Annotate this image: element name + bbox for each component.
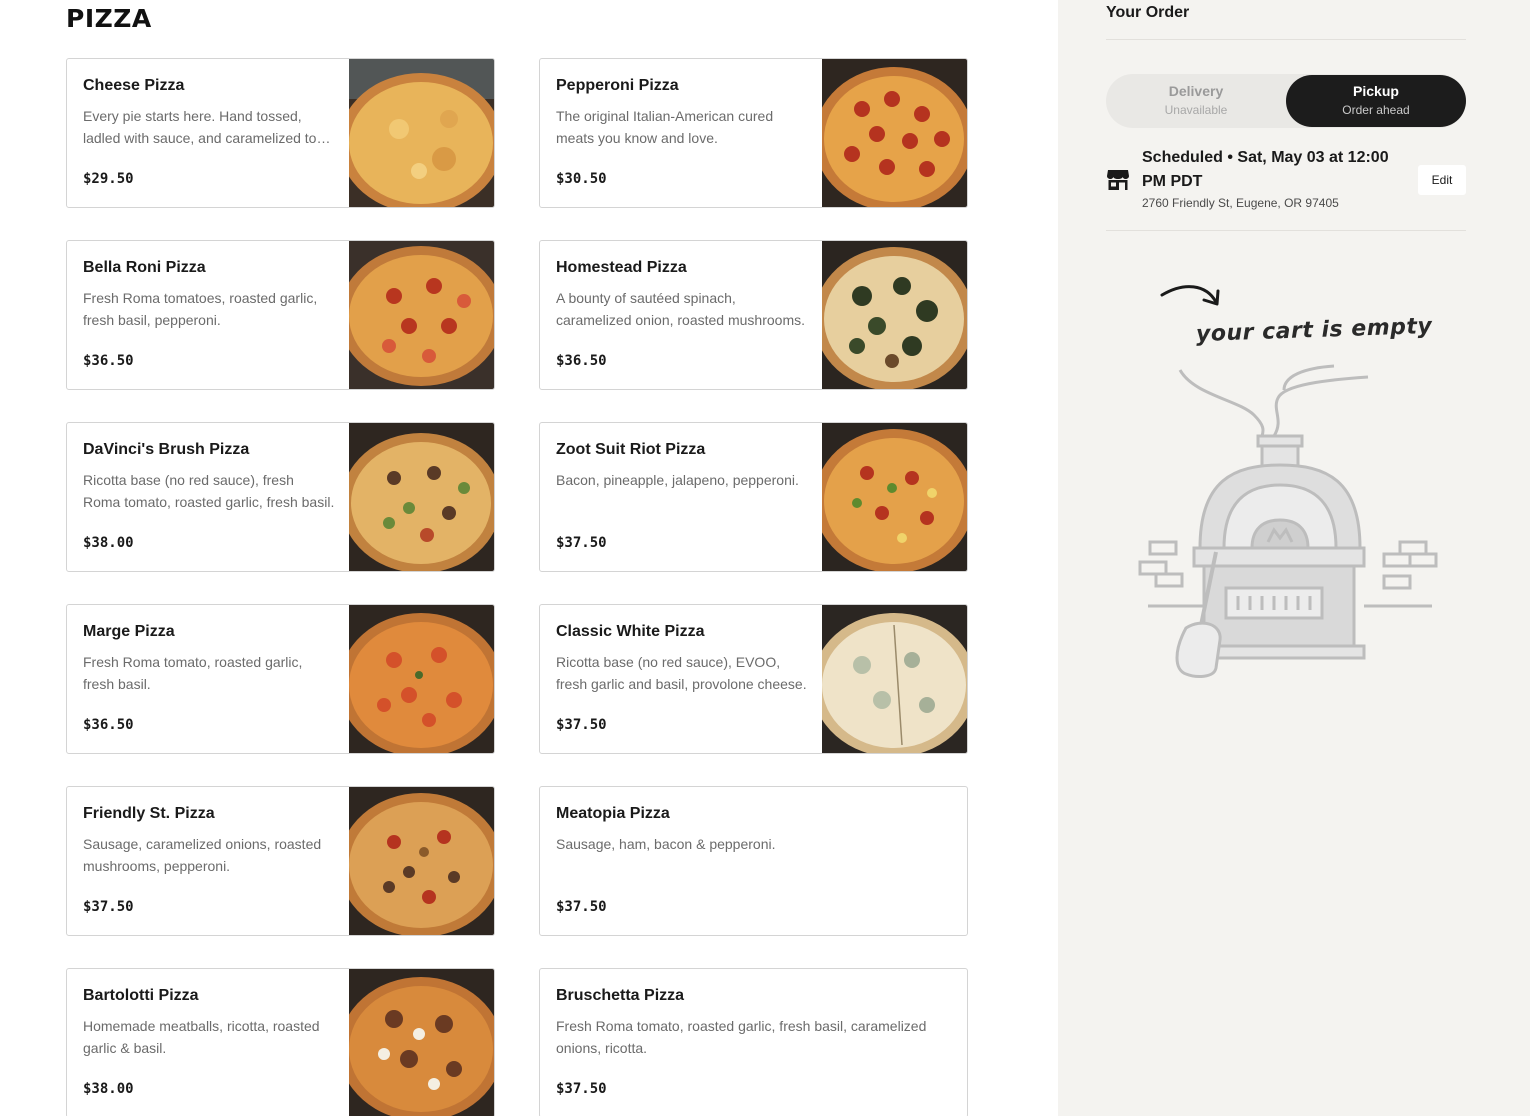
item-description: Sausage, ham, bacon & pepperoni. [556,836,776,852]
fulfillment-toggle: Delivery Unavailable Pickup Order ahead [1106,74,1466,128]
section-title: PIZZA [66,4,152,33]
item-name: Marge Pizza [83,623,175,640]
menu-item-meatopia-pizza[interactable]: Meatopia Pizza Sausage, ham, bacon & pep… [539,786,968,936]
item-name: DaVinci's Brush Pizza [83,441,250,458]
menu-item-bartolotti-pizza[interactable]: Bartolotti Pizza Homemade meatballs, ric… [66,968,495,1116]
item-price: $37.50 [556,899,607,915]
item-price: $37.50 [556,535,607,551]
menu-item-pepperoni-pizza[interactable]: Pepperoni Pizza The original Italian-Ame… [539,58,968,208]
item-price: $37.50 [83,899,134,915]
item-photo [349,787,494,935]
item-price: $30.50 [556,171,607,187]
divider [1106,39,1466,40]
delivery-option[interactable]: Delivery Unavailable [1106,75,1286,127]
item-price: $38.00 [83,535,134,551]
item-photo [822,605,967,753]
item-photo [822,241,967,389]
item-name: Classic White Pizza [556,623,705,640]
item-name: Pepperoni Pizza [556,77,679,94]
item-photo [349,423,494,571]
item-price: $38.00 [83,1081,134,1097]
item-price: $36.50 [83,717,134,733]
edit-schedule-button[interactable]: Edit [1418,165,1466,195]
menu-item-classic-white-pizza[interactable]: Classic White Pizza Ricotta base (no red… [539,604,968,754]
pickup-status: Order ahead [1342,103,1410,117]
curved-arrow-icon [1160,285,1220,306]
item-photo [349,241,494,389]
item-name: Bella Roni Pizza [83,259,206,276]
item-description: The original Italian-American cured meat… [556,108,774,146]
item-description: Fresh Roma tomato, roasted garlic, fresh… [83,654,303,692]
pickup-label: Pickup [1353,83,1399,99]
menu-item-bruschetta-pizza[interactable]: Bruschetta Pizza Fresh Roma tomato, roas… [539,968,968,1116]
item-photo [822,59,967,207]
item-description: Fresh Roma tomato, roasted garlic, fresh… [556,1018,927,1056]
scheduled-time: Scheduled • Sat, May 03 at 12:00 PM PDT [1142,149,1389,190]
order-sidebar: Your Order Delivery Unavailable Pickup O… [1058,0,1530,1116]
divider [1106,230,1466,231]
item-name: Meatopia Pizza [556,805,670,822]
item-description: Homemade meatballs, ricotta, roasted gar… [83,1018,320,1056]
menu-item-zoot-suit-riot-pizza[interactable]: Zoot Suit Riot Pizza Bacon, pineapple, j… [539,422,968,572]
order-title: Your Order [1106,4,1190,21]
pickup-address: 2760 Friendly St, Eugene, OR 97405 [1142,196,1339,210]
item-photo [349,969,494,1116]
item-name: Zoot Suit Riot Pizza [556,441,706,458]
item-name: Cheese Pizza [83,77,185,94]
menu-item-cheese-pizza[interactable]: Cheese Pizza Every pie starts here. Hand… [66,58,495,208]
menu-item-marge-pizza[interactable]: Marge Pizza Fresh Roma tomato, roasted g… [66,604,495,754]
menu-item-friendly-st-pizza[interactable]: Friendly St. Pizza Sausage, caramelized … [66,786,495,936]
item-price: $36.50 [556,353,607,369]
item-photo [822,423,967,571]
item-photo [349,605,494,753]
delivery-status: Unavailable [1164,103,1228,117]
item-name: Friendly St. Pizza [83,805,215,822]
menu-item-davincis-brush-pizza[interactable]: DaVinci's Brush Pizza Ricotta base (no r… [66,422,495,572]
item-price: $29.50 [83,171,134,187]
storefront-icon [1106,168,1130,192]
delivery-label: Delivery [1168,83,1224,99]
item-price: $36.50 [83,353,134,369]
item-description: Bacon, pineapple, jalapeno, pepperoni. [556,472,799,488]
item-name: Bruschetta Pizza [556,987,685,1004]
menu-section: PIZZA Cheese Pizza Every pie starts here… [0,0,1058,1116]
menu-item-homestead-pizza[interactable]: Homestead Pizza A bounty of sautéed spin… [539,240,968,390]
item-description: A bounty of sautéed spinach, caramelized… [556,290,806,328]
item-description: Fresh Roma tomatoes, roasted garlic, fre… [83,290,318,328]
menu-item-bella-roni-pizza[interactable]: Bella Roni Pizza Fresh Roma tomatoes, ro… [66,240,495,390]
item-description: Ricotta base (no red sauce), EVOO, fresh… [556,654,807,692]
item-name: Homestead Pizza [556,259,687,276]
item-name: Bartolotti Pizza [83,987,199,1004]
item-price: $37.50 [556,717,607,733]
item-description: Sausage, caramelized onions, roasted mus… [83,836,322,874]
item-price: $37.50 [556,1081,607,1097]
item-photo [349,59,494,207]
item-description: Every pie starts here. Hand tossed, ladl… [83,108,317,146]
item-description: Ricotta base (no red sauce), fresh Roma … [83,472,335,510]
pickup-option[interactable]: Pickup Order ahead [1286,75,1466,127]
